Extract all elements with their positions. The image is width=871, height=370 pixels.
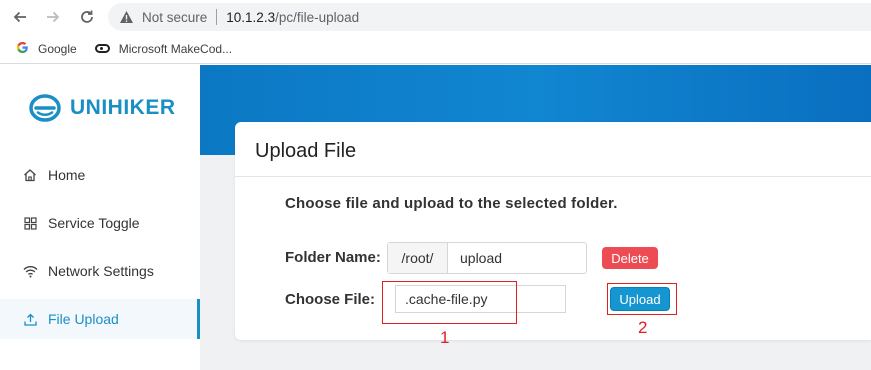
upload-card: Upload File Choose file and upload to th… xyxy=(235,122,871,340)
omnibox-divider xyxy=(216,9,218,25)
annotation-box-file xyxy=(382,281,517,324)
sidebar-item-network-settings[interactable]: Network Settings xyxy=(0,251,200,291)
choose-file-label: Choose File: xyxy=(285,291,376,308)
folder-input-group: /root/ upload xyxy=(387,242,587,274)
bookmark-label: Google xyxy=(38,41,77,56)
sidebar-item-label: Network Settings xyxy=(48,263,154,279)
warning-icon[interactable] xyxy=(118,9,134,25)
sidebar-item-label: Home xyxy=(48,167,86,183)
sidebar: UNIHIKER Home Service Toggle Network Set… xyxy=(0,65,200,370)
brand-logo[interactable]: UNIHIKER xyxy=(28,93,176,123)
sidebar-item-service-toggle[interactable]: Service Toggle xyxy=(0,203,200,243)
wifi-icon xyxy=(22,263,38,279)
google-icon xyxy=(16,41,29,57)
upload-icon xyxy=(22,311,38,327)
sidebar-item-label: File Upload xyxy=(48,311,119,327)
browser-toolbar: Not secure 10.1.2.3 /pc/file-upload xyxy=(0,0,871,34)
annotation-label-2: 2 xyxy=(638,318,648,337)
unihiker-logo-icon xyxy=(28,93,62,123)
folder-name-input[interactable]: upload xyxy=(448,243,586,273)
sidebar-item-file-upload[interactable]: File Upload xyxy=(0,299,200,339)
url-host: 10.1.2.3 xyxy=(226,9,276,25)
grid-icon xyxy=(22,215,38,231)
reload-icon[interactable] xyxy=(76,6,98,28)
bookmarks-bar: Google Microsoft MakeCod... xyxy=(0,34,871,64)
card-description: Choose file and upload to the selected f… xyxy=(285,195,618,212)
sidebar-item-label: Service Toggle xyxy=(48,215,140,231)
forward-arrow-icon[interactable] xyxy=(42,6,64,28)
address-bar[interactable]: Not secure 10.1.2.3 /pc/file-upload xyxy=(108,3,871,31)
card-title: Upload File xyxy=(255,140,357,162)
card-divider xyxy=(235,176,871,177)
home-icon xyxy=(22,167,38,183)
app-area: UNIHIKER Home Service Toggle Network Set… xyxy=(0,65,871,370)
folder-name-label: Folder Name: xyxy=(285,249,381,266)
bookmark-label: Microsoft MakeCod... xyxy=(118,41,233,56)
bookmark-makecode[interactable]: Microsoft MakeCod... xyxy=(94,41,233,56)
back-arrow-icon[interactable] xyxy=(9,6,31,28)
url-path: /pc/file-upload xyxy=(275,9,360,25)
folder-prefix: /root/ xyxy=(388,243,448,273)
brand-name: UNIHIKER xyxy=(70,96,176,119)
sidebar-item-home[interactable]: Home xyxy=(0,155,200,195)
security-label: Not secure xyxy=(142,9,208,25)
bookmark-google[interactable]: Google xyxy=(16,41,77,57)
annotation-box-upload xyxy=(607,283,677,315)
delete-button[interactable]: Delete xyxy=(602,247,658,269)
makecode-icon xyxy=(94,44,110,53)
annotation-label-1: 1 xyxy=(440,328,450,347)
